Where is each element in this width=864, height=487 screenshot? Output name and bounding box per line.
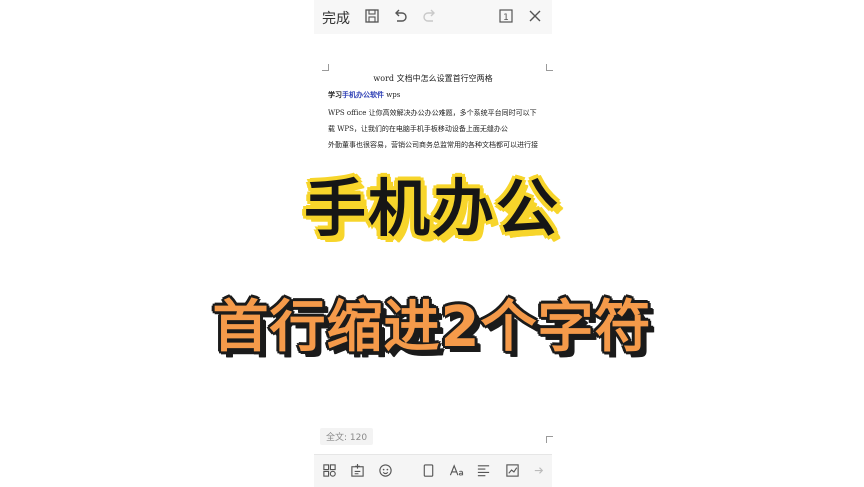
top-toolbar: 完成 1 (314, 0, 552, 35)
margin-corner (322, 64, 329, 71)
chart-icon[interactable] (505, 463, 520, 478)
subheadline-overlay: 首行缩进2个字符 (212, 295, 652, 360)
bottom-toolbar (314, 454, 552, 487)
page-badge: 1 (503, 13, 509, 23)
emoji-icon[interactable] (378, 463, 393, 478)
more-icon[interactable] (532, 463, 547, 478)
document-title: word 文档中怎么设置首行空两格 (373, 74, 493, 83)
software-link[interactable]: 手机办公软件 (342, 90, 384, 99)
word-count: 全文: 120 (320, 428, 374, 445)
page-icon[interactable] (421, 463, 436, 478)
document-line: 载 WPS，让我们的在电脑手机手板移动设备上面无缝办公 (328, 125, 508, 133)
paragraph-icon[interactable] (476, 463, 491, 478)
undo-icon[interactable] (392, 8, 408, 24)
font-icon[interactable] (449, 463, 464, 478)
line-suffix: wps (384, 91, 401, 99)
document-line: 外勤董事也很容易，营销公司商务总监常用的各种文档都可以进行接 (328, 141, 538, 149)
save-icon[interactable] (364, 8, 380, 24)
document-line: WPS office 让你高效解决办公办公难题，多个系统平台同时可以下 (328, 109, 537, 117)
document-line: 学习手机办公软件 wps (328, 90, 550, 100)
headline-overlay: 手机办公 (303, 172, 560, 245)
redo-icon[interactable] (422, 8, 438, 24)
line-prefix: 学习 (328, 90, 342, 99)
insert-icon[interactable] (350, 463, 365, 478)
apps-grid-icon[interactable] (322, 463, 337, 478)
margin-corner (546, 64, 553, 71)
close-icon[interactable] (527, 8, 543, 24)
done-button[interactable]: 完成 (322, 8, 350, 28)
margin-corner (546, 436, 553, 443)
page-view-icon[interactable]: 1 (498, 8, 514, 24)
